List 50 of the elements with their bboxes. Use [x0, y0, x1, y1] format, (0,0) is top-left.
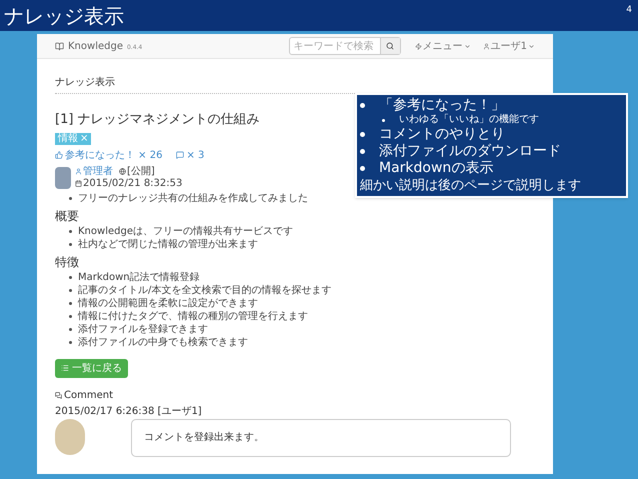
like-link[interactable]: 参考になった！ × 26 [55, 148, 162, 162]
comment-count-link[interactable]: × 3 [176, 148, 204, 162]
caret-icon [528, 42, 535, 50]
calendar-icon [75, 180, 82, 187]
list-item-text: 添付ファイルを登録できます [78, 322, 208, 336]
list-item-text: Knowledgeは、フリーの情報共有サービスです [78, 224, 293, 238]
list-item-text: 情報に付けたタグで、情報の種別の管理を行えます [78, 310, 308, 322]
callout-item: 添付ファイルのダウンロード [379, 143, 561, 160]
callout-item: 「参考になった！」 [379, 97, 505, 114]
slide-title: ナレッジ表示 [4, 2, 124, 30]
callout-note: 細かい説明は後のページで説明します [360, 177, 582, 194]
callout-item: Markdownの表示 [379, 160, 494, 177]
article-title: [1] ナレッジマネジメントの仕組み [55, 111, 260, 129]
comments-icon [55, 392, 62, 398]
author-link[interactable]: 管理者 [75, 166, 113, 178]
section-heading: 特徴 [55, 254, 80, 270]
section-heading: 概要 [55, 208, 80, 224]
list-icon [61, 364, 69, 372]
caret-icon [464, 42, 471, 50]
user-icon [75, 168, 82, 175]
user-dropdown[interactable]: ユーザ1 [482, 38, 535, 54]
book-icon [55, 42, 64, 50]
comment-icon [176, 151, 184, 159]
callout-subitem: いわゆる「いいね」の機能です [399, 114, 539, 126]
user-icon [482, 42, 490, 50]
lightning-icon [414, 42, 422, 50]
list-item-text: 添付ファイルの中身でも検索できます [78, 336, 248, 348]
menu-dropdown[interactable]: メニュー [414, 38, 471, 54]
comment-bubble: コメントを登録出来ます。 [131, 418, 511, 456]
globe-icon [119, 168, 126, 175]
list-item-text: フリーのナレッジ共有の仕組みを作成してみました [78, 192, 308, 204]
tag-badge[interactable]: 情報 × [55, 132, 92, 144]
thumbs-up-icon [55, 151, 63, 159]
page-number: 4 [626, 4, 632, 17]
back-to-list-button[interactable]: 一覧に戻る [55, 358, 128, 378]
visibility-label: [公開] [119, 166, 155, 178]
list-item-text: 情報の公開範囲を柔軟に設定ができます [78, 296, 258, 310]
avatar [55, 166, 71, 188]
avatar [55, 418, 85, 454]
list-item-text: Markdown記法で情報登録 [78, 270, 200, 284]
search-field[interactable]: キーワードで検索 [288, 37, 401, 55]
comment-meta: 2015/02/17 6:26:38 [ユーザ1] [55, 404, 203, 418]
post-date: 2015/02/21 8:32:53 [75, 178, 182, 190]
search-icon [386, 42, 394, 50]
callout-item: コメントのやりとり [379, 126, 505, 143]
comment-heading: Comment [55, 388, 535, 402]
brand-link[interactable]: Knowledge [68, 38, 123, 54]
search-button[interactable] [380, 38, 400, 54]
list-item-text: 社内などで閉じた情報の管理が出来ます [78, 238, 258, 250]
list-item-text: 記事のタイトル/本文を全文検索で目的の情報を探せます [78, 284, 332, 296]
